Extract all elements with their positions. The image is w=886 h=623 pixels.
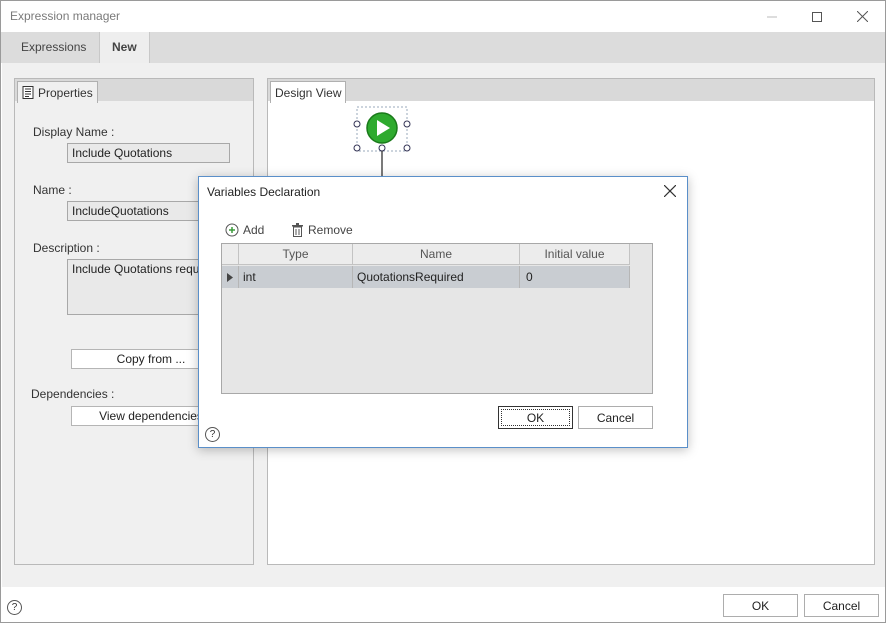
- name-label: Name :: [33, 183, 72, 197]
- cell-initial-value[interactable]: 0: [520, 266, 630, 288]
- cancel-button[interactable]: Cancel: [804, 594, 879, 617]
- dialog-title: Variables Declaration: [207, 185, 321, 199]
- description-label: Description :: [33, 241, 100, 255]
- properties-tabbar: Properties: [15, 79, 253, 103]
- main-tabstrip: Expressions New: [1, 32, 885, 63]
- tab-properties[interactable]: Properties: [17, 81, 98, 103]
- cell-type[interactable]: int: [239, 266, 353, 288]
- cell-name[interactable]: QuotationsRequired: [353, 266, 520, 288]
- dialog-help-icon[interactable]: ?: [205, 427, 220, 442]
- minimize-button[interactable]: [749, 1, 795, 32]
- selection-handle[interactable]: [403, 120, 411, 128]
- window-title: Expression manager: [10, 9, 121, 23]
- title-bar: Expression manager: [1, 1, 885, 32]
- dialog-ok-button[interactable]: OK: [498, 406, 573, 429]
- dialog-close-button[interactable]: [659, 180, 681, 202]
- dialog-cancel-button[interactable]: Cancel: [578, 406, 653, 429]
- remove-variable-button[interactable]: Remove: [291, 223, 353, 237]
- maximize-icon: [812, 11, 822, 22]
- trash-icon: [292, 223, 303, 237]
- variables-grid: Type Name Initial value int QuotationsRe…: [221, 243, 653, 394]
- properties-tab-label: Properties: [38, 85, 93, 100]
- close-icon: [664, 185, 676, 197]
- column-header-type[interactable]: Type: [239, 244, 353, 265]
- variables-declaration-dialog: Variables Declaration Add Remove Type Na…: [198, 176, 688, 448]
- selection-handle[interactable]: [403, 144, 411, 152]
- tab-new[interactable]: New: [99, 32, 150, 63]
- minimize-icon: [767, 16, 777, 17]
- grid-corner: [222, 244, 239, 265]
- close-icon: [856, 11, 868, 22]
- maximize-button[interactable]: [794, 1, 840, 32]
- close-button[interactable]: [839, 1, 885, 32]
- help-icon[interactable]: ?: [7, 600, 22, 615]
- grid-header: Type Name Initial value: [222, 244, 630, 265]
- add-label: Add: [243, 223, 265, 237]
- display-name-label: Display Name :: [33, 125, 115, 139]
- design-view-tab-label: Design View: [275, 85, 342, 100]
- display-name-field[interactable]: Include Quotations: [67, 143, 230, 163]
- row-indicator-icon: [222, 266, 239, 288]
- column-header-name[interactable]: Name: [353, 244, 520, 265]
- add-icon: [225, 223, 239, 237]
- design-view-tabbar: Design View: [268, 79, 874, 103]
- tab-design-view[interactable]: Design View: [270, 81, 347, 103]
- selection-handle[interactable]: [353, 144, 361, 152]
- properties-icon: [22, 86, 34, 99]
- table-row[interactable]: int QuotationsRequired 0: [222, 266, 630, 288]
- tab-expressions[interactable]: Expressions: [9, 32, 98, 63]
- add-variable-button[interactable]: Add: [225, 223, 264, 237]
- ok-button[interactable]: OK: [723, 594, 798, 617]
- selection-handle[interactable]: [378, 144, 386, 152]
- dependencies-label: Dependencies :: [31, 387, 115, 401]
- remove-label: Remove: [308, 223, 353, 237]
- column-header-initial-value[interactable]: Initial value: [520, 244, 630, 265]
- selection-handle[interactable]: [353, 120, 361, 128]
